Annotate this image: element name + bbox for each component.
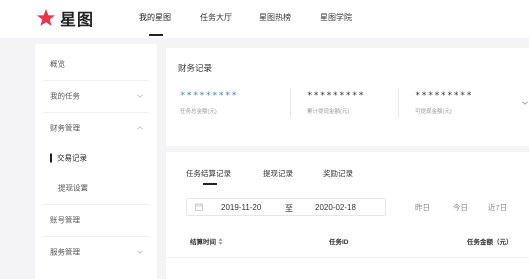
calendar-icon [195, 203, 203, 211]
sort-icon[interactable] [218, 238, 223, 245]
divider [290, 88, 291, 118]
date-to-input[interactable]: 2020-02-18 [315, 203, 356, 212]
date-from-input[interactable]: 2019-11-20 [221, 203, 261, 212]
nav-academy[interactable]: 星图学院 [320, 12, 352, 23]
sidebar-item-my-tasks[interactable]: 我的任务 [35, 81, 157, 111]
sidebar-item-overview[interactable]: 概览 [35, 49, 157, 79]
sidebar-item-label: 提现设置 [58, 183, 88, 193]
tab-withdraw-records[interactable]: 提现记录 [263, 168, 293, 179]
stat-caption: 可提现金额(元) [415, 109, 452, 115]
sidebar-item-label: 账号管理 [50, 215, 80, 225]
divider [398, 88, 399, 118]
nav-hot-list[interactable]: 星图热榜 [259, 12, 291, 23]
date-separator: 至 [285, 204, 293, 213]
sidebar-item-label: 财务管理 [50, 123, 80, 133]
stat-caption: 累计提现金额(元) [307, 109, 350, 115]
tab-reward-records[interactable]: 奖励记录 [323, 168, 353, 179]
stat-value: ********* [307, 91, 365, 101]
chevron-down-icon [137, 94, 143, 98]
nav-task-hall[interactable]: 任务大厅 [200, 12, 232, 23]
nav-active-indicator [149, 34, 163, 36]
stat-value: ********* [415, 91, 473, 101]
filter-today[interactable]: 今日 [453, 202, 468, 213]
sidebar-item-label: 服务管理 [50, 247, 80, 257]
column-header-label: 结算时间 [190, 239, 216, 246]
date-range-picker[interactable]: 2019-11-20 至 2020-02-18 [186, 198, 386, 216]
stat-withdrawable: ********* 可提现金额(元) [415, 91, 515, 115]
filter-last-7-days[interactable]: 近7日 [488, 202, 507, 213]
logo-text: 星图 [60, 12, 95, 29]
tab-task-settlement[interactable]: 任务结算记录 [186, 168, 231, 179]
chevron-down-icon [137, 250, 143, 254]
sidebar-item-services[interactable]: 服务管理 [35, 237, 157, 267]
records-card: 任务结算记录 提现记录 奖励记录 2019-11-20 至 2020-02-18… [166, 152, 529, 279]
sidebar-item-finance[interactable]: 财务管理 [35, 113, 157, 143]
stat-total-withdrawn: ********* 累计提现金额(元) [307, 91, 407, 115]
sidebar-item-withdraw-settings[interactable]: 提现设置 [35, 173, 157, 203]
chevron-up-icon [137, 126, 143, 130]
column-header-task-id: 任务ID [329, 239, 349, 246]
sidebar-item-transactions[interactable]: 交易记录 [35, 143, 157, 173]
filter-yesterday[interactable]: 昨日 [415, 202, 430, 213]
stat-total-task-amount: ********* 任务总金额(元) [180, 91, 280, 115]
finance-summary-card: 财务记录 ********* 任务总金额(元) ********* 累计提现金额… [166, 48, 529, 146]
column-header-settle-time[interactable]: 结算时间 [190, 236, 223, 246]
section-title: 财务记录 [178, 63, 213, 73]
logo[interactable]: 星图 [36, 7, 94, 29]
star-logo-icon [37, 9, 55, 26]
divider [166, 257, 529, 258]
sidebar-item-label: 交易记录 [57, 153, 87, 163]
chevron-down-icon[interactable] [522, 100, 528, 106]
active-marker [50, 153, 52, 163]
nav-my-xingtu[interactable]: 我的星图 [139, 12, 171, 23]
sidebar-item-label: 概览 [50, 59, 65, 69]
sidebar-item-account[interactable]: 账号管理 [35, 205, 157, 235]
sidebar-item-label: 我的任务 [50, 91, 80, 101]
stat-value: ********* [180, 91, 238, 101]
column-header-task-amount: 任务金额（元） [467, 239, 513, 246]
sidebar: 概览 我的任务 财务管理 交易记录 提现设置 账号管理 服务管理 [35, 44, 157, 279]
tab-active-indicator [203, 183, 217, 185]
stat-caption: 任务总金额(元) [180, 109, 217, 115]
top-header: 星图 我的星图 任务大厅 星图热榜 星图学院 [0, 0, 529, 38]
